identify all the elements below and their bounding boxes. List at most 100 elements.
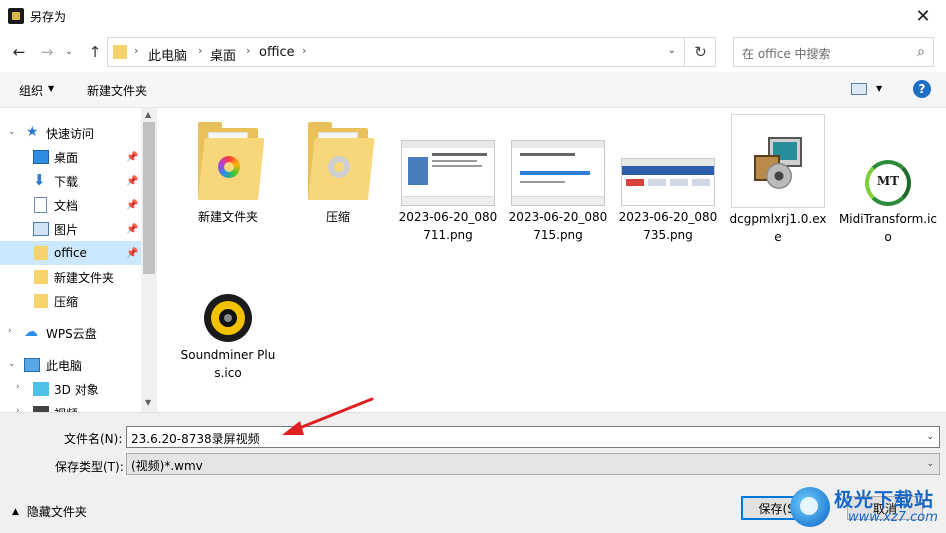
- breadcrumb-office[interactable]: office: [259, 45, 295, 60]
- file-name: MidiTransform.ico: [838, 212, 938, 244]
- organize-menu[interactable]: 组织: [19, 82, 43, 99]
- recent-locations-chevron-icon[interactable]: ⌄: [62, 41, 76, 63]
- nav-scrollbar[interactable]: ▲ ▼: [141, 108, 157, 412]
- desktop-icon: [33, 150, 49, 164]
- refresh-icon[interactable]: ↻: [686, 37, 716, 67]
- nav-item-this-pc[interactable]: ⌄ 此电脑: [0, 353, 141, 377]
- close-button[interactable]: ✕: [900, 0, 946, 32]
- new-folder-button[interactable]: 新建文件夹: [87, 82, 147, 99]
- nav-item-label: 压缩: [54, 294, 79, 309]
- nav-item-new-folder[interactable]: 新建文件夹: [0, 265, 141, 289]
- file-item[interactable]: 新建文件夹: [176, 122, 280, 232]
- nav-item-quick-access[interactable]: ⌄ ★ 快速访问: [0, 121, 141, 145]
- filetype-select[interactable]: (视频)*.wmv ⌄: [126, 453, 940, 475]
- file-item[interactable]: 2023-06-20_080711.png: [396, 140, 500, 250]
- file-name: Soundminer Plus.ico: [180, 348, 276, 380]
- file-item[interactable]: 压缩: [286, 122, 390, 232]
- search-input[interactable]: 在 office 中搜索 ⌕: [733, 37, 934, 67]
- organize-caret-icon[interactable]: ▼: [48, 84, 54, 93]
- folder-gear-icon: [308, 122, 375, 200]
- file-item[interactable]: 2023-06-20_080715.png: [506, 140, 610, 250]
- view-options-caret-icon[interactable]: ▼: [876, 84, 882, 93]
- watermark-title: 极光下载站: [834, 489, 935, 511]
- image-thumbnail: [401, 140, 495, 206]
- 3d-objects-icon: [33, 382, 49, 396]
- file-list: 新建文件夹 压缩 2023-06-20_080711.png 2023-06-2…: [157, 108, 946, 412]
- folder-icon: [34, 246, 48, 260]
- soundminer-icon: [204, 294, 252, 342]
- filename-label: 文件名(N):: [64, 432, 123, 446]
- watermark-url: www.xz7.com: [848, 510, 938, 525]
- watermark-logo-icon: [790, 487, 830, 527]
- pin-icon: 📌: [126, 223, 139, 235]
- nav-item-label: office: [54, 246, 87, 260]
- file-item[interactable]: Soundminer Plus.ico: [176, 294, 280, 384]
- chevron-up-icon: ▲: [12, 506, 19, 517]
- command-toolbar: 组织 ▼ 新建文件夹 ▼ ?: [0, 72, 946, 108]
- nav-item-label: 文档: [54, 198, 79, 213]
- image-thumbnail: [511, 140, 605, 206]
- pin-icon: 📌: [126, 247, 139, 259]
- file-item[interactable]: dcgpmlxrj1.0.exe: [726, 114, 830, 244]
- filetype-value: (视频)*.wmv: [131, 459, 203, 473]
- image-thumbnail: [621, 158, 715, 206]
- installer-icon: [731, 114, 825, 208]
- nav-item-wps-cloud[interactable]: › ☁ WPS云盘: [0, 321, 141, 345]
- nav-item-label: 3D 对象: [54, 382, 99, 397]
- chevron-down-icon[interactable]: ⌄: [926, 459, 934, 469]
- document-icon: [34, 197, 47, 213]
- address-bar[interactable]: › 此电脑 › 桌面 › office › ⌄: [107, 37, 685, 67]
- breadcrumb-separator[interactable]: ›: [302, 44, 306, 57]
- file-name: dcgpmlxrj1.0.exe: [729, 212, 827, 244]
- help-icon[interactable]: ?: [913, 80, 931, 98]
- breadcrumb-separator[interactable]: ›: [198, 44, 202, 57]
- picture-icon: [33, 222, 49, 236]
- back-arrow-icon[interactable]: ←: [8, 41, 30, 63]
- scroll-up-icon[interactable]: ▲: [145, 110, 151, 119]
- app-icon: [8, 8, 24, 24]
- file-item[interactable]: MT MidiTransform.ico: [836, 158, 940, 248]
- window-title: 另存为: [30, 10, 67, 24]
- hide-folders-toggle[interactable]: ▲ 隐藏文件夹: [12, 503, 87, 520]
- breadcrumb-this-pc[interactable]: 此电脑: [148, 45, 187, 64]
- nav-item-office[interactable]: office 📌: [0, 241, 141, 265]
- filetype-label: 保存类型(T):: [55, 460, 124, 474]
- pin-icon: 📌: [126, 151, 139, 163]
- nav-item-desktop[interactable]: 桌面 📌: [0, 145, 141, 169]
- midi-transform-icon: MT: [863, 158, 913, 208]
- chevron-down-icon[interactable]: ⌄: [926, 432, 934, 442]
- collapse-chevron-icon[interactable]: ⌄: [8, 127, 16, 137]
- nav-item-documents[interactable]: 文档 📌: [0, 193, 141, 217]
- nav-item-pictures[interactable]: 图片 📌: [0, 217, 141, 241]
- address-dropdown-icon[interactable]: ⌄: [668, 45, 676, 56]
- navigation-row: ← → ⌄ ↑ › 此电脑 › 桌面 › office › ⌄ ↻ 在 offi…: [0, 32, 946, 72]
- nav-item-videos[interactable]: › 视频: [0, 401, 141, 412]
- hide-folders-label: 隐藏文件夹: [26, 505, 87, 519]
- folder-color-icon: [198, 122, 265, 200]
- search-placeholder: 在 office 中搜索: [742, 47, 831, 61]
- file-name: 压缩: [325, 210, 350, 224]
- star-icon: ★: [26, 124, 39, 140]
- expand-chevron-icon[interactable]: ›: [8, 326, 12, 336]
- file-name: 2023-06-20_080715.png: [508, 210, 608, 242]
- scroll-thumb[interactable]: [143, 122, 155, 274]
- filename-input[interactable]: 23.6.20-8738录屏视频 ⌄: [126, 426, 940, 448]
- breadcrumb-separator[interactable]: ›: [246, 44, 250, 57]
- file-item[interactable]: 2023-06-20_080735.png: [616, 158, 720, 250]
- scroll-down-icon[interactable]: ▼: [145, 398, 151, 407]
- nav-item-compress[interactable]: 压缩: [0, 289, 141, 313]
- expand-chevron-icon[interactable]: ›: [16, 382, 20, 392]
- nav-item-label: 此电脑: [46, 358, 83, 373]
- forward-arrow-icon[interactable]: →: [36, 41, 58, 63]
- download-icon: ⬇: [33, 171, 46, 189]
- view-options-icon[interactable]: [851, 83, 867, 95]
- breadcrumb-desktop[interactable]: 桌面: [210, 45, 236, 64]
- file-name: 2023-06-20_080711.png: [398, 210, 498, 242]
- file-name: 新建文件夹: [197, 210, 258, 224]
- collapse-chevron-icon[interactable]: ⌄: [8, 359, 16, 369]
- search-icon[interactable]: ⌕: [917, 44, 925, 60]
- nav-item-downloads[interactable]: ⬇ 下载 📌: [0, 169, 141, 193]
- pin-icon: 📌: [126, 199, 139, 211]
- nav-item-3d-objects[interactable]: › 3D 对象: [0, 377, 141, 401]
- up-arrow-icon[interactable]: ↑: [84, 41, 106, 63]
